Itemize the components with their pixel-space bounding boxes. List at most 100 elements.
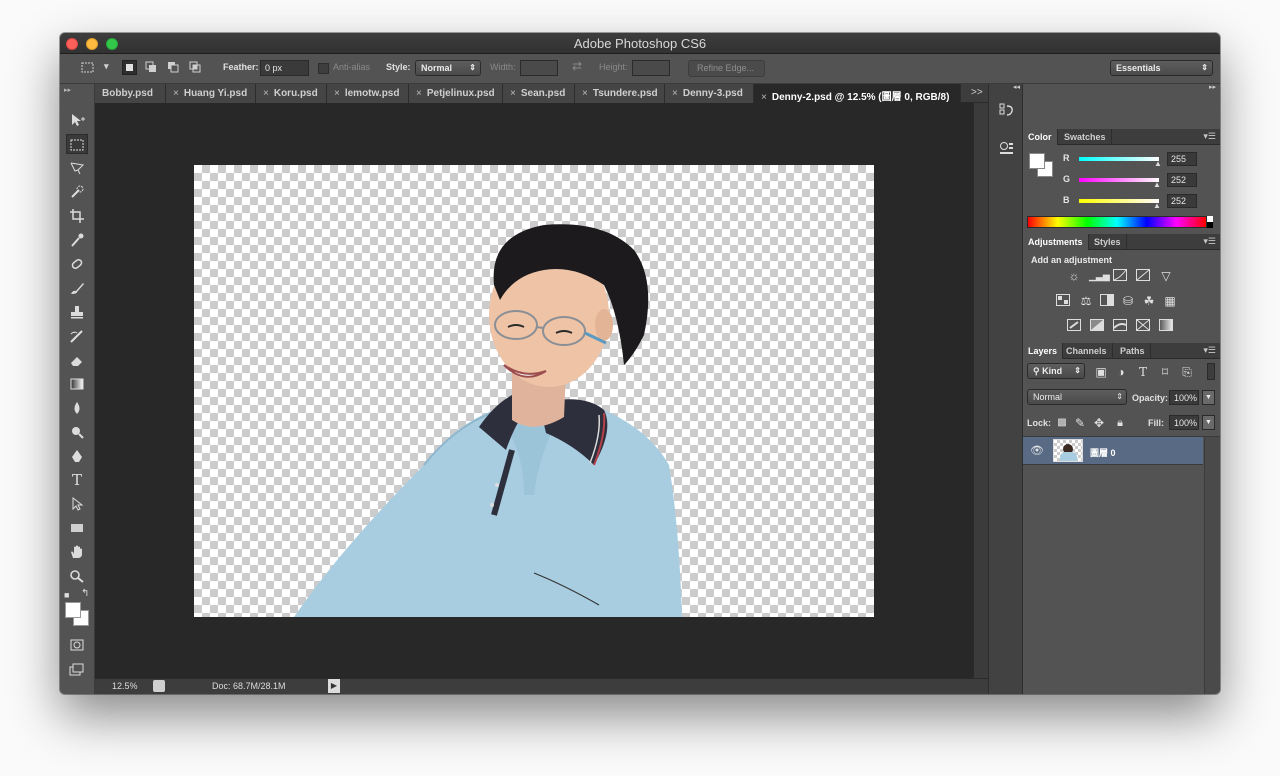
tabs-overflow-button[interactable]: >> (971, 87, 983, 98)
subtract-selection-icon[interactable] (166, 60, 181, 75)
vibrance-icon[interactable]: ▽ (1158, 269, 1174, 283)
swap-icon[interactable]: ⇄ (572, 59, 582, 73)
exposure-icon[interactable] (1135, 269, 1151, 283)
close-tab-icon[interactable]: × (672, 88, 678, 99)
chevron-down-icon[interactable]: ▾ (104, 61, 109, 72)
panel-menu-icon[interactable]: ▾☰ (1203, 131, 1216, 142)
tab-lemotw[interactable]: × lemotw.psd (327, 84, 409, 103)
blue-slider[interactable] (1079, 199, 1159, 203)
rectangle-tool-icon[interactable] (66, 518, 88, 538)
layer-name[interactable]: 圖層 0 (1090, 446, 1116, 459)
green-value-input[interactable]: 252 (1167, 173, 1197, 187)
move-tool-icon[interactable] (66, 110, 88, 130)
dodge-tool-icon[interactable] (66, 422, 88, 442)
type-tool-icon[interactable]: T (66, 470, 88, 490)
close-tab-icon[interactable]: × (761, 92, 767, 103)
collapse-panel-icon[interactable]: ▸▸ (64, 86, 71, 94)
channel-mixer-icon[interactable]: ☘ (1141, 294, 1157, 308)
curves-icon[interactable] (1112, 269, 1128, 283)
new-selection-icon[interactable] (122, 60, 137, 75)
eraser-tool-icon[interactable] (66, 350, 88, 370)
tab-paths[interactable]: Paths (1115, 343, 1151, 359)
collapse-dock-icon[interactable]: ◂◂ (1013, 83, 1020, 91)
hand-tool-icon[interactable] (66, 542, 88, 562)
antialias-checkbox[interactable] (318, 63, 329, 74)
close-tab-icon[interactable]: × (334, 88, 340, 99)
layer-filter-select[interactable]: ⚲ Kind ⇕ (1027, 363, 1085, 379)
quick-mask-icon[interactable] (66, 635, 88, 655)
slider-thumb-icon[interactable]: ▲ (1153, 180, 1161, 189)
slider-thumb-icon[interactable]: ▲ (1153, 201, 1161, 210)
foreground-color-swatch[interactable] (65, 602, 81, 618)
eye-icon[interactable]: 👁︎ (1030, 444, 1044, 457)
crop-tool-icon[interactable] (66, 206, 88, 226)
history-brush-tool-icon[interactable] (66, 326, 88, 346)
levels-icon[interactable]: ▁▃▅ (1089, 269, 1110, 283)
lock-all-icon[interactable]: 🔒︎ (1112, 416, 1128, 430)
vertical-scrollbar[interactable] (973, 103, 988, 678)
photo-filter-icon[interactable]: ⛁ (1120, 294, 1136, 308)
brush-tool-icon[interactable] (66, 278, 88, 298)
red-slider[interactable] (1079, 157, 1159, 161)
screen-mode-icon[interactable] (66, 660, 88, 680)
close-tab-icon[interactable]: × (416, 88, 422, 99)
width-input[interactable] (520, 60, 558, 76)
threshold-icon[interactable] (1112, 319, 1128, 333)
tab-color[interactable]: Color (1023, 129, 1058, 145)
tab-koru[interactable]: × Koru.psd (256, 84, 327, 103)
green-slider[interactable] (1079, 178, 1159, 182)
fill-dropdown-button[interactable]: ▼ (1202, 415, 1215, 430)
hue-saturation-icon[interactable] (1055, 294, 1071, 308)
default-colors-icon[interactable]: ■ (64, 590, 69, 600)
lock-transparent-icon[interactable]: ▩ (1054, 416, 1070, 430)
color-lookup-icon[interactable]: ▦ (1162, 294, 1178, 308)
tab-denny-3[interactable]: × Denny-3.psd (665, 84, 754, 103)
tab-bobby[interactable]: Bobby.psd (95, 84, 166, 103)
tab-adjustments[interactable]: Adjustments (1023, 234, 1089, 250)
gradient-tool-icon[interactable] (66, 374, 88, 394)
properties-panel-icon[interactable] (998, 139, 1016, 161)
black-white-icon[interactable] (1099, 294, 1115, 308)
opacity-dropdown-button[interactable]: ▼ (1202, 390, 1215, 405)
rectangular-marquee-tool-icon[interactable] (66, 134, 88, 154)
blue-value-input[interactable]: 252 (1167, 194, 1197, 208)
brightness-contrast-icon[interactable]: ☼ (1066, 269, 1082, 283)
panel-menu-icon[interactable]: ▾☰ (1203, 236, 1216, 247)
color-foreground-swatch[interactable] (1029, 153, 1045, 169)
tab-petjelinux[interactable]: × Petjelinux.psd (409, 84, 503, 103)
add-selection-icon[interactable] (144, 60, 159, 75)
tab-sean[interactable]: × Sean.psd (503, 84, 575, 103)
eyedropper-tool-icon[interactable] (66, 230, 88, 250)
filter-shape-icon[interactable]: ⌑ (1157, 365, 1173, 379)
filter-smart-object-icon[interactable]: ⎘ (1179, 365, 1195, 379)
blend-mode-select[interactable]: Normal ⇕ (1027, 389, 1127, 405)
height-input[interactable] (632, 60, 670, 76)
tab-layers[interactable]: Layers (1023, 343, 1064, 359)
workspace-select[interactable]: Essentials ⇕ (1110, 60, 1213, 76)
black-white-ramp[interactable] (1207, 216, 1213, 228)
tab-styles[interactable]: Styles (1089, 234, 1127, 250)
healing-brush-tool-icon[interactable] (66, 254, 88, 274)
refine-edge-button[interactable]: Refine Edge... (688, 60, 765, 77)
color-balance-icon[interactable]: ⚖ (1078, 294, 1094, 308)
close-tab-icon[interactable]: × (173, 88, 179, 99)
posterize-icon[interactable] (1089, 319, 1105, 333)
tab-swatches[interactable]: Swatches (1059, 129, 1112, 145)
gradient-map-icon[interactable] (1158, 319, 1174, 333)
tab-channels[interactable]: Channels (1061, 343, 1113, 359)
filter-type-icon[interactable]: T (1135, 365, 1151, 379)
expand-panels-icon[interactable]: ▸▸ (1209, 83, 1216, 91)
tab-huang-yi[interactable]: × Huang Yi.psd (166, 84, 256, 103)
path-selection-tool-icon[interactable] (66, 494, 88, 514)
quick-selection-tool-icon[interactable] (66, 182, 88, 202)
close-tab-icon[interactable]: × (582, 88, 588, 99)
intersect-selection-icon[interactable] (188, 60, 203, 75)
selective-color-icon[interactable] (1135, 319, 1151, 333)
tab-tsundere[interactable]: × Tsundere.psd (575, 84, 665, 103)
lock-image-icon[interactable]: ✎ (1072, 416, 1088, 430)
zoom-tool-icon[interactable] (66, 566, 88, 586)
opacity-input[interactable]: 100% (1169, 390, 1199, 405)
clone-stamp-tool-icon[interactable] (66, 302, 88, 322)
panel-menu-icon[interactable]: ▾☰ (1203, 345, 1216, 356)
style-select[interactable]: Normal ⇕ (415, 60, 481, 76)
